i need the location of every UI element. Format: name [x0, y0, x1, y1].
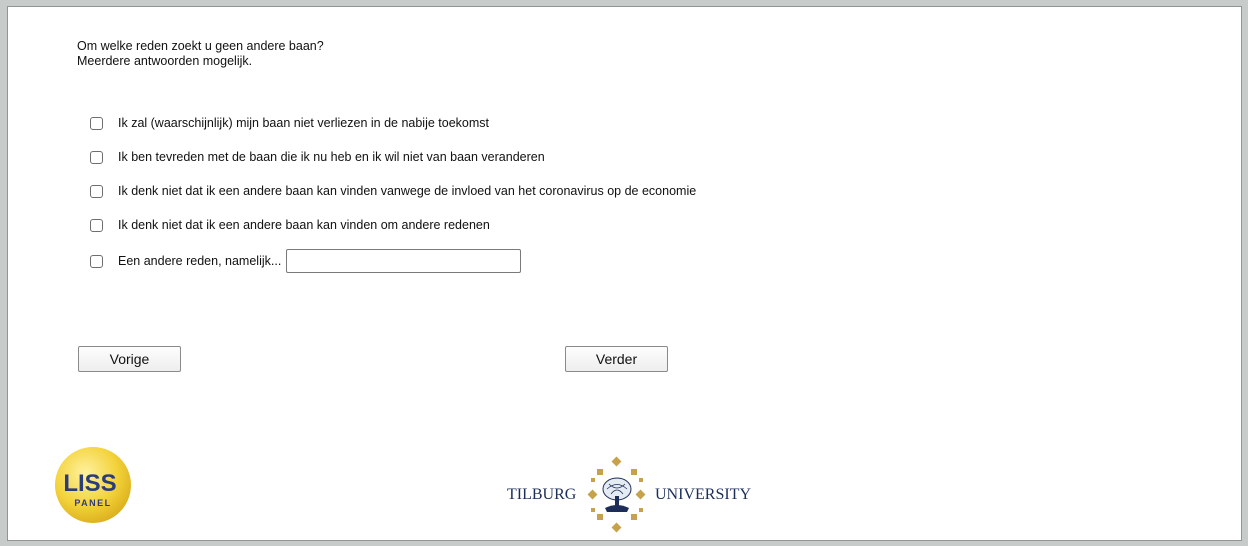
- option-2-checkbox[interactable]: [90, 150, 103, 164]
- option-5-label: Een andere reden, namelijk...: [118, 254, 282, 268]
- question-text: Om welke reden zoekt u geen andere baan?…: [77, 39, 324, 69]
- option-4-label: Ik denk niet dat ik een andere baan kan …: [118, 218, 490, 232]
- option-1-checkbox[interactable]: [90, 116, 103, 130]
- next-button[interactable]: Verder: [565, 346, 668, 372]
- option-4[interactable]: Ik denk niet dat ik een andere baan kan …: [90, 218, 490, 232]
- option-1-label: Ik zal (waarschijnlijk) mijn baan niet v…: [118, 116, 490, 130]
- tilburg-left-word: TILBURG: [507, 486, 577, 503]
- option-4-checkbox[interactable]: [90, 218, 103, 232]
- option-3-checkbox[interactable]: [90, 184, 103, 198]
- option-2[interactable]: Ik ben tevreden met de baan die ik nu he…: [90, 150, 545, 164]
- option-3[interactable]: Ik denk niet dat ik een andere baan kan …: [90, 184, 696, 198]
- tilburg-right-word: UNIVERSITY: [655, 486, 751, 503]
- option-5[interactable]: Een andere reden, namelijk...: [90, 249, 522, 273]
- question-title: Om welke reden zoekt u geen andere baan?: [77, 39, 324, 53]
- tilburg-emblem-icon: [587, 456, 646, 533]
- liss-logo-subtext: PANEL: [74, 498, 111, 508]
- liss-panel-logo: LISS PANEL: [55, 447, 131, 523]
- option-5-checkbox[interactable]: [90, 254, 103, 268]
- tilburg-university-logo: TILBURG UNIVERSITY: [507, 456, 767, 534]
- other-reason-input[interactable]: [286, 249, 522, 273]
- option-1[interactable]: Ik zal (waarschijnlijk) mijn baan niet v…: [90, 116, 489, 130]
- liss-logo-text: LISS: [63, 470, 116, 497]
- option-3-label: Ik denk niet dat ik een andere baan kan …: [118, 184, 697, 198]
- survey-frame: Om welke reden zoekt u geen andere baan?…: [0, 0, 1248, 546]
- question-instruction: Meerdere antwoorden mogelijk.: [77, 54, 253, 68]
- previous-button[interactable]: Vorige: [78, 346, 181, 372]
- option-2-label: Ik ben tevreden met de baan die ik nu he…: [118, 150, 545, 164]
